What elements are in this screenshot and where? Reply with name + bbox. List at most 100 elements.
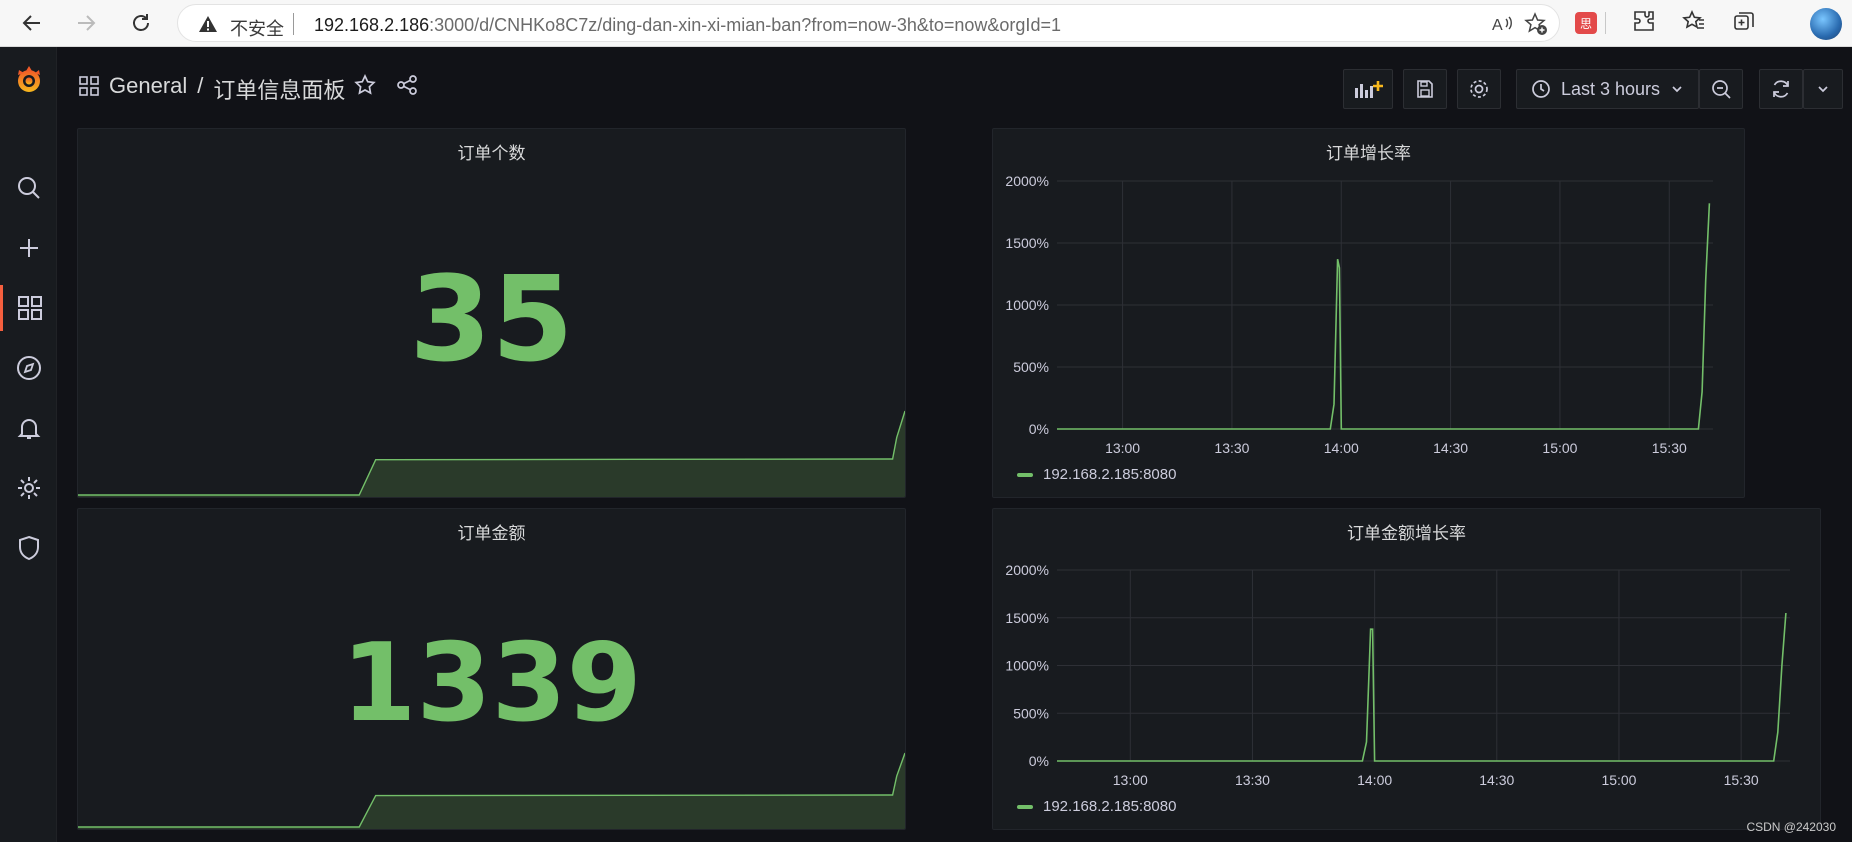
y-tick-label: 500%	[1013, 359, 1049, 375]
panel-title: 订单金额	[457, 524, 526, 543]
dashboard-nav: General / 订单信息面板 Last 3 hours	[57, 47, 1852, 127]
panel-order-amount[interactable]: 订单金额 1339	[77, 508, 906, 830]
x-tick-label: 13:00	[1105, 440, 1140, 456]
collections-icon[interactable]	[1732, 9, 1756, 38]
x-tick-label: 15:00	[1542, 440, 1577, 456]
y-tick-label: 2000%	[1005, 562, 1049, 578]
read-aloud-icon[interactable]: A	[1489, 11, 1515, 42]
x-tick-label: 14:30	[1479, 772, 1514, 788]
grafana-logo-icon[interactable]	[0, 57, 57, 103]
series-line	[1057, 203, 1711, 430]
panel-order-growth[interactable]: 订单增长率 0% 500% 1000% 1500% 2000% 13:00 13:30 14:…	[992, 128, 1745, 498]
chevron-down-icon	[1672, 86, 1682, 93]
panel-order-count[interactable]: 订单个数 35	[77, 128, 906, 498]
configuration-gear-icon[interactable]	[0, 465, 57, 511]
address-actions: A	[1489, 11, 1549, 42]
y-tick-label: 1500%	[1005, 235, 1049, 251]
dashboard-grid-icon	[79, 76, 99, 101]
reload-icon	[133, 14, 149, 31]
alerting-bell-icon[interactable]	[0, 405, 57, 451]
timeseries-chart: 0% 500% 1000% 1500% 2000% 13:00 13:30 14:00 14:3…	[1005, 562, 1790, 788]
legend-swatch	[1017, 472, 1033, 477]
x-tick-label: 13:30	[1235, 772, 1270, 788]
back-arrow-icon	[22, 15, 40, 31]
add-panel-button[interactable]	[1343, 69, 1393, 109]
timeseries-chart: 0% 500% 1000% 1500% 2000% 13:00 13:30 14:00 14:3…	[1005, 173, 1713, 456]
y-tick-label: 1000%	[1005, 297, 1049, 313]
stat-sparkline	[78, 410, 905, 497]
extensions-icon[interactable]	[1632, 9, 1656, 38]
stat-value: 1339	[341, 621, 642, 746]
y-tick-label: 1500%	[1005, 610, 1049, 626]
y-tick-label: 2000%	[1005, 173, 1049, 189]
insecure-label: 不安全	[230, 19, 284, 39]
refresh-button[interactable]	[1759, 69, 1803, 109]
browser-toolbar: 不安全 192.168.2.186:3000/d/CNHKo8C7z/ding-…	[0, 0, 1852, 47]
explore-compass-icon[interactable]	[0, 345, 57, 391]
dashboard-settings-button[interactable]	[1457, 69, 1501, 109]
breadcrumb-folder[interactable]: General	[109, 73, 187, 105]
forward-arrow-icon	[78, 15, 96, 31]
clock-icon	[1532, 80, 1550, 98]
dashboard-title[interactable]: 订单信息面板	[213, 73, 345, 105]
favorite-add-icon[interactable]	[1523, 11, 1549, 42]
watermark: CSDN @242030	[1746, 820, 1836, 834]
sparkline-area	[78, 411, 905, 497]
star-icon[interactable]	[354, 74, 376, 101]
x-tick-label: 13:30	[1214, 440, 1249, 456]
legend-label: 192.168.2.185:8080	[1043, 466, 1177, 483]
reload-button[interactable]	[123, 6, 159, 40]
stat-value: 35	[409, 250, 574, 388]
zoom-out-icon	[1712, 80, 1731, 99]
panel-amount-growth[interactable]: 订单金额增长率 0% 500% 1000% 1500% 2000% 13:00 13:30 1…	[992, 508, 1821, 830]
warning-icon	[198, 15, 218, 38]
refresh-interval-button[interactable]	[1803, 69, 1843, 109]
x-tick-label: 15:30	[1652, 440, 1687, 456]
zoom-out-button[interactable]	[1699, 69, 1743, 109]
extension-row: 思	[1575, 4, 1756, 42]
profile-avatar[interactable]	[1810, 8, 1842, 40]
divider	[1605, 12, 1606, 34]
address-divider	[293, 13, 294, 35]
create-plus-icon[interactable]	[0, 225, 57, 271]
x-tick-label: 14:00	[1357, 772, 1392, 788]
sparkline-area	[78, 753, 905, 829]
legend-item[interactable]: 192.168.2.185:8080	[1017, 798, 1176, 815]
back-button[interactable]	[14, 6, 50, 40]
url-path: :3000/d/CNHKo8C7z/ding-dan-xin-xi-mian-b…	[429, 15, 1061, 35]
y-tick-label: 0%	[1029, 421, 1049, 437]
url-host: 192.168.2.186	[314, 15, 430, 35]
y-tick-label: 500%	[1013, 705, 1049, 721]
url-text[interactable]: 192.168.2.186:3000/d/CNHKo8C7z/ding-dan-…	[314, 15, 1061, 36]
time-picker-button[interactable]: Last 3 hours	[1516, 69, 1699, 109]
extension-badge[interactable]: 思	[1575, 12, 1597, 34]
chevron-down-icon	[1818, 86, 1828, 93]
gear-icon	[1470, 80, 1488, 98]
legend-swatch	[1017, 804, 1033, 809]
forward-button[interactable]	[68, 6, 104, 40]
dashboards-icon[interactable]	[0, 285, 57, 331]
save-icon	[1417, 80, 1433, 98]
series-line	[1057, 612, 1787, 762]
save-dashboard-button[interactable]	[1403, 69, 1447, 109]
legend-item[interactable]: 192.168.2.185:8080	[1017, 466, 1176, 483]
search-icon[interactable]	[0, 165, 57, 211]
add-panel-icon	[1355, 81, 1383, 98]
panel-title: 订单个数	[457, 144, 526, 163]
x-tick-label: 15:30	[1724, 772, 1759, 788]
address-bar[interactable]: 不安全 192.168.2.186:3000/d/CNHKo8C7z/ding-…	[177, 4, 1560, 42]
x-tick-label: 15:00	[1601, 772, 1636, 788]
svg-text:A: A	[1492, 17, 1503, 34]
favorites-icon[interactable]	[1682, 9, 1706, 38]
legend-label: 192.168.2.185:8080	[1043, 798, 1177, 815]
x-tick-label: 13:00	[1113, 772, 1148, 788]
share-icon[interactable]	[396, 74, 418, 101]
stat-sparkline	[78, 752, 905, 829]
x-tick-label: 14:30	[1433, 440, 1468, 456]
time-range-label: Last 3 hours	[1560, 78, 1661, 99]
y-tick-label: 0%	[1029, 753, 1049, 769]
server-admin-shield-icon[interactable]	[0, 525, 57, 571]
y-tick-label: 1000%	[1005, 658, 1049, 674]
breadcrumb: General / 订单信息面板	[109, 73, 345, 105]
grafana-sidebar	[0, 47, 57, 842]
